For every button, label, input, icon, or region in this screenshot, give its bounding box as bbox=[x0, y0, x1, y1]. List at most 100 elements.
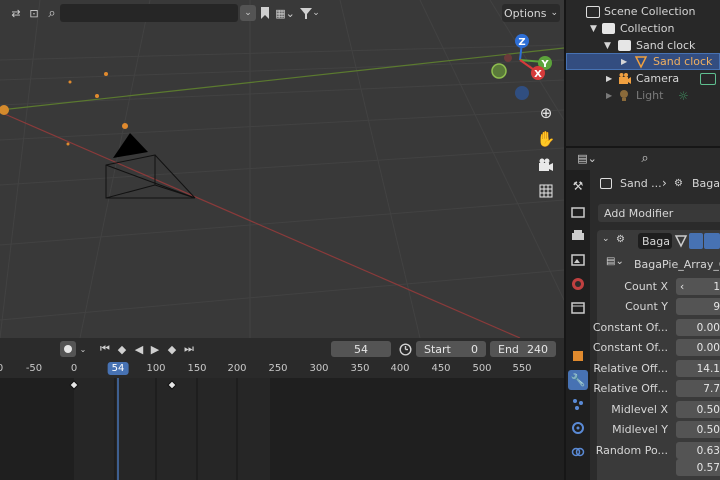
modifier-name-field[interactable]: Baga bbox=[638, 233, 672, 249]
property-row: Count X ‹ 1 bbox=[566, 277, 720, 296]
x-axis-line bbox=[0, 111, 521, 338]
chevron-left-icon[interactable]: ‹ bbox=[680, 281, 684, 293]
jump-end-icon[interactable]: ⏭ bbox=[182, 341, 196, 357]
expand-arrow-icon[interactable]: ▼ bbox=[604, 41, 611, 51]
viewport-header: ⇄ ⊡ ⌕ ⌄ ▦⌄ ⌄ Options ⌄ bbox=[0, 0, 564, 26]
outliner-label: Light bbox=[636, 89, 664, 102]
chevron-down-icon[interactable]: ⌄ bbox=[78, 341, 88, 357]
add-modifier-label: Add Modifier bbox=[604, 206, 674, 220]
camera-icon bbox=[618, 72, 632, 88]
property-label: Count Y bbox=[625, 300, 668, 313]
transform-icon[interactable]: ⇄ bbox=[8, 5, 24, 21]
random-position-field[interactable]: 0.57 bbox=[676, 459, 720, 476]
current-frame-field[interactable]: 54 bbox=[331, 341, 391, 357]
outliner-row-light[interactable]: ▶ Light ☼ bbox=[566, 87, 720, 104]
light-data-icon: ☼ bbox=[678, 88, 689, 103]
view-icon[interactable]: ⌄ bbox=[240, 5, 256, 21]
outliner-panel[interactable]: Scene Collection ▼ Collection ▼ Sand clo… bbox=[566, 0, 720, 146]
end-value: 240 bbox=[527, 342, 548, 356]
viewport-display-icon[interactable] bbox=[689, 233, 703, 249]
grid-view-icon[interactable] bbox=[534, 180, 558, 202]
property-row: Relative Off... 7.7 bbox=[566, 379, 720, 398]
end-frame-field[interactable]: End 240 bbox=[490, 341, 556, 357]
options-button[interactable]: Options ⌄ bbox=[502, 4, 560, 22]
count-x-field[interactable]: ‹ 1 bbox=[676, 278, 720, 295]
timeline-header: ⌄ ⏮ ◆ ◀ ▶ ◆ ⏭ 54 Start 0 End 240 bbox=[0, 338, 564, 360]
expand-arrow-icon[interactable]: ▼ bbox=[590, 24, 597, 34]
outliner-label: Camera bbox=[636, 72, 680, 85]
relative-offset-field[interactable]: 14.1 bbox=[676, 360, 720, 377]
ruler-tick: 300 bbox=[309, 363, 329, 374]
timeline-track-area[interactable] bbox=[0, 378, 564, 480]
node-group-name[interactable]: BagaPie_Array_Grid bbox=[634, 258, 720, 271]
playhead-frame-label[interactable]: 54 bbox=[107, 362, 129, 375]
render-tab-icon[interactable] bbox=[568, 202, 588, 222]
navigation-gizmo[interactable]: Z Y X bbox=[488, 30, 564, 102]
camera-object bbox=[105, 133, 196, 199]
property-row: Constant Of... 0.00 bbox=[566, 318, 720, 337]
relative-offset-field[interactable]: 7.7 bbox=[676, 380, 720, 397]
options-label: Options bbox=[504, 6, 547, 20]
outliner-row-camera[interactable]: ▶ Camera bbox=[566, 70, 720, 87]
node-tree-icon[interactable]: ▤⌄ bbox=[606, 256, 624, 267]
ruler-tick: 200 bbox=[227, 363, 247, 374]
outliner-label: Collection bbox=[620, 22, 675, 35]
gizmo-neg-z bbox=[515, 86, 529, 100]
outliner-label: Sand clock bbox=[653, 55, 713, 68]
hand-icon[interactable]: ✋ bbox=[534, 128, 558, 150]
3d-viewport[interactable]: ⇄ ⊡ ⌕ ⌄ ▦⌄ ⌄ Options ⌄ Z Y X ⊕ ✋ bbox=[0, 0, 564, 338]
chevron-down-icon[interactable]: ⌄ bbox=[602, 234, 610, 244]
random-position-field[interactable]: 0.63 bbox=[676, 442, 720, 459]
property-row: 0.57 bbox=[566, 458, 720, 477]
outliner-row-sand-clock-collection[interactable]: ▼ Sand clock bbox=[566, 37, 720, 54]
add-modifier-button[interactable]: Add Modifier bbox=[598, 204, 720, 222]
zoom-icon[interactable]: ⊕ bbox=[534, 102, 558, 124]
tool-tab-icon[interactable]: ⚒ bbox=[568, 176, 588, 196]
jump-start-icon[interactable]: ⏮ bbox=[98, 341, 112, 357]
edit-mode-icon[interactable] bbox=[674, 233, 688, 249]
area-divider[interactable] bbox=[564, 0, 566, 480]
play-reverse-icon[interactable]: ◀ bbox=[132, 341, 146, 357]
outliner-row-collection[interactable]: ▼ Collection bbox=[566, 20, 720, 37]
outliner-row-sand-clock-object[interactable]: ▶ Sand clock bbox=[566, 53, 720, 70]
timeline-ruler[interactable]: 0 -50 0 54 100 150 200 250 300 350 400 4… bbox=[0, 360, 564, 378]
gizmo-icon[interactable]: ▦⌄ bbox=[274, 5, 296, 21]
play-icon[interactable]: ▶ bbox=[148, 341, 162, 357]
count-y-field[interactable]: 9 bbox=[676, 298, 720, 315]
expand-arrow-icon[interactable]: ▶ bbox=[606, 74, 612, 83]
record-icon[interactable] bbox=[60, 341, 76, 357]
ruler-tick: 250 bbox=[268, 363, 288, 374]
midlevel-y-field[interactable]: 0.50 bbox=[676, 421, 720, 438]
ruler-tick: 500 bbox=[472, 363, 492, 374]
property-row: Constant Of... 0.00 bbox=[566, 338, 720, 357]
property-row: Midlevel X 0.50 bbox=[566, 400, 720, 419]
outliner-row-scene-collection[interactable]: Scene Collection bbox=[566, 3, 720, 20]
gizmo-neg-x bbox=[504, 54, 512, 62]
start-frame-field[interactable]: Start 0 bbox=[416, 341, 486, 357]
output-tab-icon[interactable] bbox=[568, 226, 588, 246]
midlevel-x-field[interactable]: 0.50 bbox=[676, 401, 720, 418]
constant-offset-field[interactable]: 0.00 bbox=[676, 339, 720, 356]
clock-icon[interactable] bbox=[397, 341, 413, 357]
next-keyframe-icon[interactable]: ◆ bbox=[164, 341, 180, 357]
breadcrumb: Sand ... › ⚙ BagaA bbox=[598, 176, 720, 192]
pivot-icon[interactable]: ⊡ bbox=[26, 5, 42, 21]
svg-text:X: X bbox=[534, 69, 542, 80]
start-label: Start bbox=[424, 342, 451, 356]
bookmark-icon[interactable] bbox=[258, 5, 272, 21]
property-label: Relative Off... bbox=[593, 382, 668, 395]
search-icon[interactable]: ⌕ bbox=[44, 5, 60, 21]
expand-arrow-icon[interactable]: ▶ bbox=[606, 91, 612, 100]
area-divider[interactable] bbox=[566, 146, 720, 148]
expand-arrow-icon[interactable]: ▶ bbox=[621, 57, 627, 66]
render-display-icon[interactable] bbox=[704, 233, 720, 249]
properties-panel[interactable]: ▤⌄ ⌕ ⚒ 🔧 Sand ... › ⚙ Baga Add Modifier … bbox=[566, 146, 720, 480]
prev-keyframe-icon[interactable]: ◆ bbox=[114, 341, 130, 357]
timeline-editor[interactable]: ⌄ ⏮ ◆ ◀ ▶ ◆ ⏭ 54 Start 0 End 240 0 -50 0… bbox=[0, 338, 564, 480]
constant-offset-field[interactable]: 0.00 bbox=[676, 319, 720, 336]
filter-icon[interactable]: ⌄ bbox=[298, 5, 322, 21]
camera-view-icon[interactable] bbox=[534, 154, 558, 176]
editor-type-icon[interactable]: ▤⌄ bbox=[574, 150, 600, 166]
view-layer-tab-icon[interactable] bbox=[568, 250, 588, 270]
viewport-search-field[interactable] bbox=[60, 4, 238, 22]
